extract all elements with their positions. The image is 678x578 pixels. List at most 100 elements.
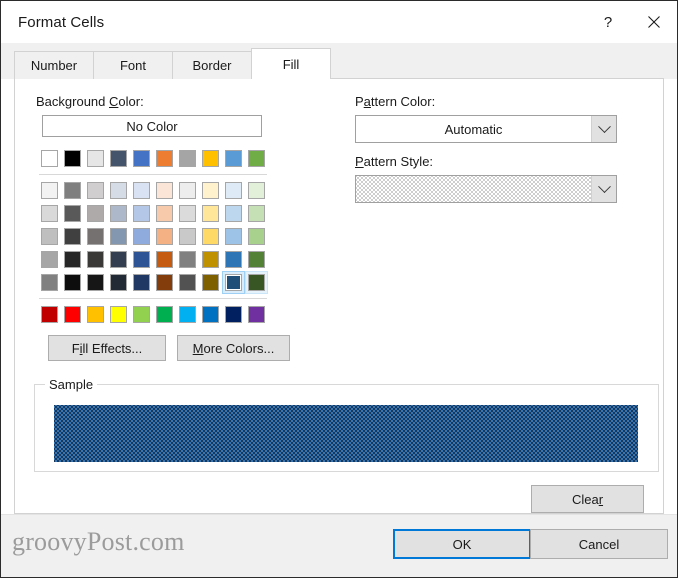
pattern-style-dropdown[interactable]: [355, 175, 617, 203]
color-swatch-fill: [202, 274, 219, 291]
tab-border[interactable]: Border: [172, 51, 252, 79]
pattern-color-label: Pattern Color:: [355, 94, 436, 109]
color-swatch[interactable]: [130, 271, 153, 294]
tab-fill[interactable]: Fill: [251, 48, 331, 79]
color-swatch-fill: [225, 306, 242, 323]
color-swatch[interactable]: [245, 248, 268, 271]
color-swatch[interactable]: [153, 248, 176, 271]
color-swatch[interactable]: [245, 271, 268, 294]
color-swatch[interactable]: [130, 179, 153, 202]
color-swatch-fill: [179, 228, 196, 245]
color-swatch[interactable]: [153, 202, 176, 225]
color-swatch[interactable]: [176, 147, 199, 170]
color-swatch[interactable]: [153, 271, 176, 294]
color-swatch[interactable]: [61, 225, 84, 248]
clear-button[interactable]: Clear: [531, 485, 644, 513]
color-swatch[interactable]: [222, 248, 245, 271]
more-colors-button[interactable]: More Colors...: [177, 335, 290, 361]
color-swatch-fill: [225, 251, 242, 268]
color-swatch[interactable]: [61, 248, 84, 271]
color-swatch[interactable]: [84, 271, 107, 294]
color-swatch[interactable]: [84, 202, 107, 225]
color-swatch[interactable]: [38, 248, 61, 271]
color-swatch[interactable]: [107, 179, 130, 202]
color-swatch-fill: [202, 150, 219, 167]
color-swatch[interactable]: [222, 147, 245, 170]
color-swatch[interactable]: [38, 179, 61, 202]
color-swatch[interactable]: [199, 303, 222, 326]
pattern-color-dropdown[interactable]: Automatic: [355, 115, 617, 143]
color-swatch[interactable]: [153, 147, 176, 170]
color-swatch[interactable]: [61, 179, 84, 202]
color-swatch-fill: [179, 306, 196, 323]
color-swatch[interactable]: [61, 271, 84, 294]
color-swatch-fill: [110, 306, 127, 323]
color-swatch[interactable]: [176, 179, 199, 202]
color-swatch[interactable]: [61, 303, 84, 326]
color-swatch-fill: [110, 182, 127, 199]
color-swatch[interactable]: [176, 303, 199, 326]
color-swatch[interactable]: [176, 248, 199, 271]
color-swatch[interactable]: [176, 225, 199, 248]
color-swatch[interactable]: [84, 179, 107, 202]
color-swatch[interactable]: [199, 179, 222, 202]
help-button[interactable]: ?: [585, 1, 631, 43]
color-swatch[interactable]: [245, 202, 268, 225]
color-swatch[interactable]: [107, 303, 130, 326]
color-swatch[interactable]: [199, 248, 222, 271]
tab-font[interactable]: Font: [93, 51, 173, 79]
color-swatch[interactable]: [38, 202, 61, 225]
color-swatch[interactable]: [199, 147, 222, 170]
color-swatch[interactable]: [107, 271, 130, 294]
color-swatch[interactable]: [245, 179, 268, 202]
color-swatch[interactable]: [153, 225, 176, 248]
color-swatch[interactable]: [107, 248, 130, 271]
color-swatch[interactable]: [107, 202, 130, 225]
color-swatch[interactable]: [61, 202, 84, 225]
close-button[interactable]: [631, 1, 677, 43]
tab-label: Border: [192, 58, 232, 73]
color-swatch[interactable]: [38, 225, 61, 248]
color-swatch-fill: [248, 205, 265, 222]
color-swatch[interactable]: [176, 271, 199, 294]
color-swatch[interactable]: [245, 225, 268, 248]
color-swatch[interactable]: [38, 271, 61, 294]
cancel-button[interactable]: Cancel: [530, 529, 668, 559]
color-swatch[interactable]: [199, 202, 222, 225]
color-swatch[interactable]: [130, 248, 153, 271]
color-swatch[interactable]: [222, 202, 245, 225]
color-swatch[interactable]: [222, 271, 245, 294]
no-color-button[interactable]: No Color: [42, 115, 262, 137]
fill-effects-button[interactable]: Fill Effects...: [48, 335, 166, 361]
tab-number[interactable]: Number: [14, 51, 94, 79]
color-swatch-fill: [225, 205, 242, 222]
chevron-down-icon[interactable]: [591, 116, 616, 142]
clear-label: Clear: [571, 491, 604, 507]
color-swatch[interactable]: [130, 202, 153, 225]
color-swatch[interactable]: [153, 179, 176, 202]
color-swatch[interactable]: [199, 225, 222, 248]
color-swatch[interactable]: [84, 303, 107, 326]
color-swatch[interactable]: [222, 225, 245, 248]
pattern-color-value: Automatic: [444, 121, 503, 137]
color-swatch[interactable]: [107, 147, 130, 170]
color-swatch[interactable]: [222, 179, 245, 202]
ok-button[interactable]: OK: [393, 529, 531, 559]
color-swatch[interactable]: [176, 202, 199, 225]
color-swatch[interactable]: [38, 303, 61, 326]
color-swatch[interactable]: [245, 303, 268, 326]
color-swatch[interactable]: [245, 147, 268, 170]
chevron-down-icon[interactable]: [591, 176, 616, 202]
color-swatch[interactable]: [130, 225, 153, 248]
color-swatch[interactable]: [84, 248, 107, 271]
color-swatch[interactable]: [130, 303, 153, 326]
color-swatch[interactable]: [61, 147, 84, 170]
color-swatch[interactable]: [107, 225, 130, 248]
color-swatch[interactable]: [222, 303, 245, 326]
color-swatch[interactable]: [130, 147, 153, 170]
color-swatch[interactable]: [38, 147, 61, 170]
color-swatch[interactable]: [84, 225, 107, 248]
color-swatch[interactable]: [153, 303, 176, 326]
color-swatch[interactable]: [199, 271, 222, 294]
color-swatch[interactable]: [84, 147, 107, 170]
